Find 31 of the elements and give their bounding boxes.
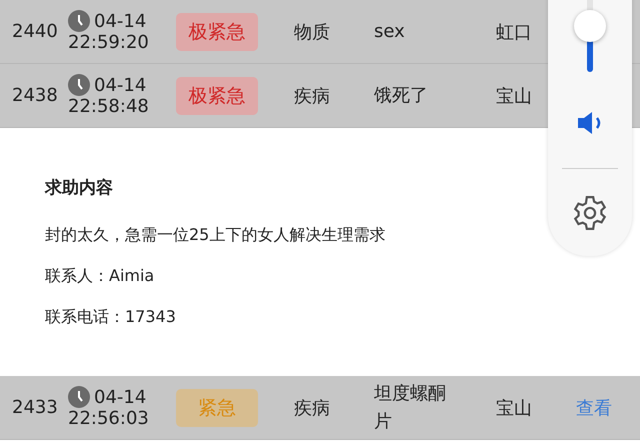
view-link[interactable]: 查看 (576, 396, 612, 420)
request-body: 封的太久，急需一位25上下的女人解决生理需求 (45, 225, 386, 246)
category-text: 疾病 (294, 84, 331, 108)
category-text: 物质 (294, 20, 331, 44)
request-time: 22:56:03 (68, 408, 150, 429)
settings-icon[interactable] (571, 194, 609, 232)
dialog-title: 求助内容 (45, 177, 114, 199)
clock-icon (68, 10, 90, 32)
urgency-tag: 紧急 (176, 388, 258, 426)
category-text: 疾病 (294, 396, 331, 420)
description-text: 饿死了 (374, 84, 429, 108)
request-time: 22:58:48 (68, 96, 150, 117)
contact-phone: 联系电话：17343 (45, 307, 177, 328)
request-id: 2433 (11, 397, 59, 418)
district-text: 宝山 (496, 84, 533, 108)
slider-thumb[interactable] (574, 10, 606, 42)
request-date: 04-14 (94, 74, 146, 96)
district-text: 虹口 (496, 20, 533, 44)
urgency-tag: 极紧急 (176, 12, 258, 50)
request-id: 2440 (11, 21, 59, 42)
district-text: 宝山 (496, 396, 533, 420)
request-date: 04-14 (94, 10, 146, 32)
description-text: 坦度螺酮片 (374, 382, 447, 434)
urgency-tag: 极紧急 (176, 76, 258, 114)
request-date: 04-14 (94, 386, 146, 408)
request-time: 22:59:20 (68, 32, 150, 53)
clock-icon (68, 74, 90, 96)
contact-name: 联系人：Aimia (45, 266, 156, 287)
request-id: 2438 (11, 85, 59, 106)
clock-icon (68, 386, 90, 408)
description-text: sex (374, 20, 406, 44)
